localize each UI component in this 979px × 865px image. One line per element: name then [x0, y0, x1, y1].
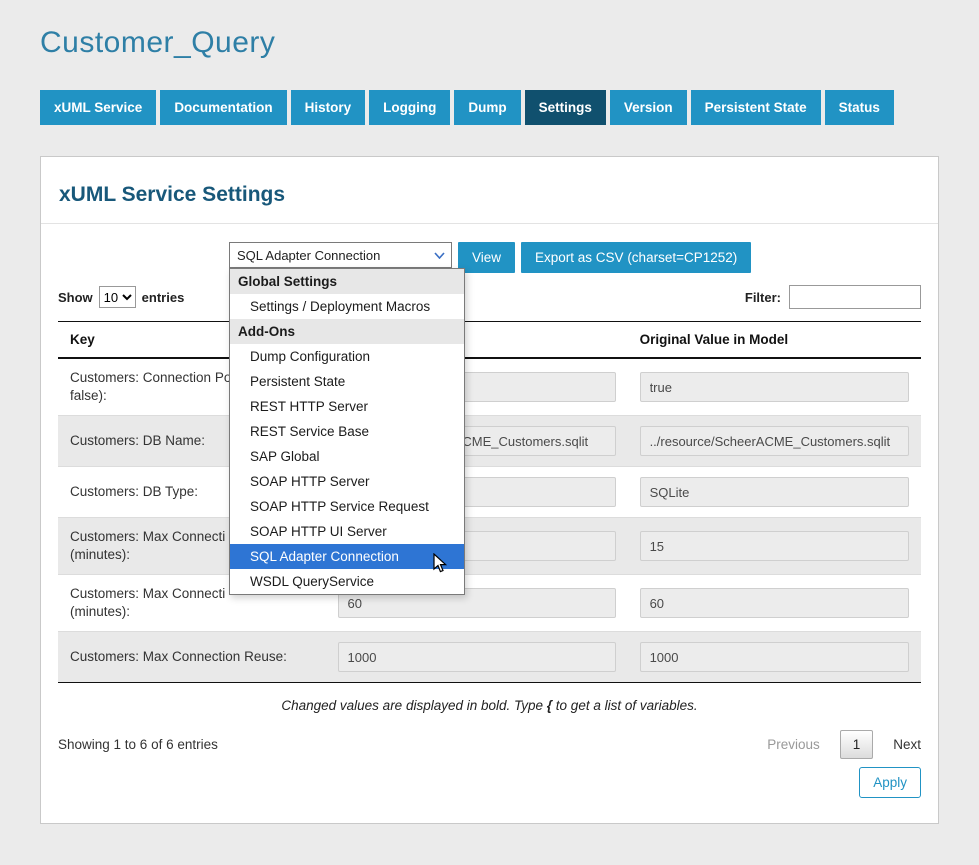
view-button[interactable]: View: [458, 242, 515, 273]
setting-original-value: [640, 477, 909, 507]
table-header-row: Key Value Original Value in Model: [58, 322, 921, 359]
pagination: Previous 1 Next: [767, 730, 921, 759]
dropdown-option-sap-global[interactable]: SAP Global: [230, 444, 464, 469]
settings-table: Key Value Original Value in Model Custom…: [58, 321, 921, 683]
setting-original-value: [640, 642, 909, 672]
dropdown-option-dump-configuration[interactable]: Dump Configuration: [230, 344, 464, 369]
dropdown-group-global-settings: Global Settings: [230, 269, 464, 294]
dropdown-group-add-ons: Add-Ons: [230, 319, 464, 344]
export-csv-button[interactable]: Export as CSV (charset=CP1252): [521, 242, 751, 273]
table-row: Customers: Max Connecti (minutes):: [58, 575, 921, 632]
column-header-original[interactable]: Original Value in Model: [628, 322, 921, 359]
previous-page-button[interactable]: Previous: [767, 737, 820, 752]
table-row: Customers: DB Type:: [58, 467, 921, 518]
tab-logging[interactable]: Logging: [369, 90, 450, 125]
page-number-button[interactable]: 1: [840, 730, 874, 759]
filter-input[interactable]: [789, 285, 921, 309]
dropdown-option-settings-deployment-macros[interactable]: Settings / Deployment Macros: [230, 294, 464, 319]
tab-xuml-service[interactable]: xUML Service: [40, 90, 156, 125]
setting-select-wrap: SQL Adapter Connection Global Settings S…: [229, 242, 452, 268]
table-row: Customers: Connection Pooling (true/ fal…: [58, 358, 921, 416]
note-text: to get a list of variables.: [552, 698, 698, 713]
filter-control: Filter:: [745, 285, 921, 309]
tab-dump[interactable]: Dump: [454, 90, 520, 125]
entries-label: entries: [142, 290, 185, 305]
settings-panel: xUML Service Settings SQL Adapter Connec…: [40, 156, 939, 824]
setting-original-value: [640, 531, 909, 561]
tab-history[interactable]: History: [291, 90, 366, 125]
mouse-cursor-icon: [433, 553, 448, 579]
next-page-button[interactable]: Next: [893, 737, 921, 752]
note-text: Changed values are displayed in bold. Ty…: [281, 698, 546, 713]
table-row: Customers: Max Connection Reuse:: [58, 632, 921, 683]
setting-original-value: [640, 426, 909, 456]
setting-original-value: [640, 588, 909, 618]
dropdown-option-soap-http-ui-server[interactable]: SOAP HTTP UI Server: [230, 519, 464, 544]
page-length-control: Show 10 entries: [58, 286, 184, 308]
tab-bar: xUML Service Documentation History Loggi…: [40, 90, 939, 125]
setting-key: Customers: Max Connection Reuse:: [58, 632, 326, 683]
panel-title: xUML Service Settings: [41, 157, 938, 224]
dropdown-option-wsdl-queryservice[interactable]: WSDL QueryService: [230, 569, 464, 594]
apply-button[interactable]: Apply: [859, 767, 921, 798]
chevron-down-icon: [431, 245, 447, 265]
setting-original-value: [640, 372, 909, 402]
dropdown-option-soap-http-server[interactable]: SOAP HTTP Server: [230, 469, 464, 494]
page: Customer_Query xUML Service Documentatio…: [0, 0, 979, 865]
table-controls: Show 10 entries Filter:: [41, 273, 938, 321]
dropdown-option-sql-adapter-connection[interactable]: SQL Adapter Connection: [230, 544, 464, 569]
show-label: Show: [58, 290, 93, 305]
setting-value-input[interactable]: [338, 642, 616, 672]
table-row: Customers: Max Connecti (minutes):: [58, 518, 921, 575]
dropdown-option-persistent-state[interactable]: Persistent State: [230, 369, 464, 394]
tab-documentation[interactable]: Documentation: [160, 90, 286, 125]
tab-persistent-state[interactable]: Persistent State: [691, 90, 821, 125]
tab-version[interactable]: Version: [610, 90, 687, 125]
filter-label: Filter:: [745, 290, 781, 305]
table-footer: Showing 1 to 6 of 6 entries Previous 1 N…: [41, 718, 938, 761]
table-row: Customers: DB Name:: [58, 416, 921, 467]
app-header: Customer_Query: [0, 0, 979, 60]
tab-settings[interactable]: Settings: [525, 90, 606, 125]
apply-row: Apply: [41, 761, 938, 814]
page-length-select[interactable]: 10: [99, 286, 136, 308]
setting-dropdown-list: Global Settings Settings / Deployment Ma…: [229, 268, 465, 595]
page-title: Customer_Query: [40, 26, 939, 60]
selected-setting-label: SQL Adapter Connection: [237, 248, 380, 263]
dropdown-option-soap-http-service-request[interactable]: SOAP HTTP Service Request: [230, 494, 464, 519]
dropdown-option-rest-service-base[interactable]: REST Service Base: [230, 419, 464, 444]
dropdown-option-rest-http-server[interactable]: REST HTTP Server: [230, 394, 464, 419]
entries-info: Showing 1 to 6 of 6 entries: [58, 737, 218, 752]
hint-note: Changed values are displayed in bold. Ty…: [41, 683, 938, 718]
tab-status[interactable]: Status: [825, 90, 894, 125]
toolbar: SQL Adapter Connection Global Settings S…: [41, 224, 938, 273]
setting-category-select[interactable]: SQL Adapter Connection: [229, 242, 452, 268]
